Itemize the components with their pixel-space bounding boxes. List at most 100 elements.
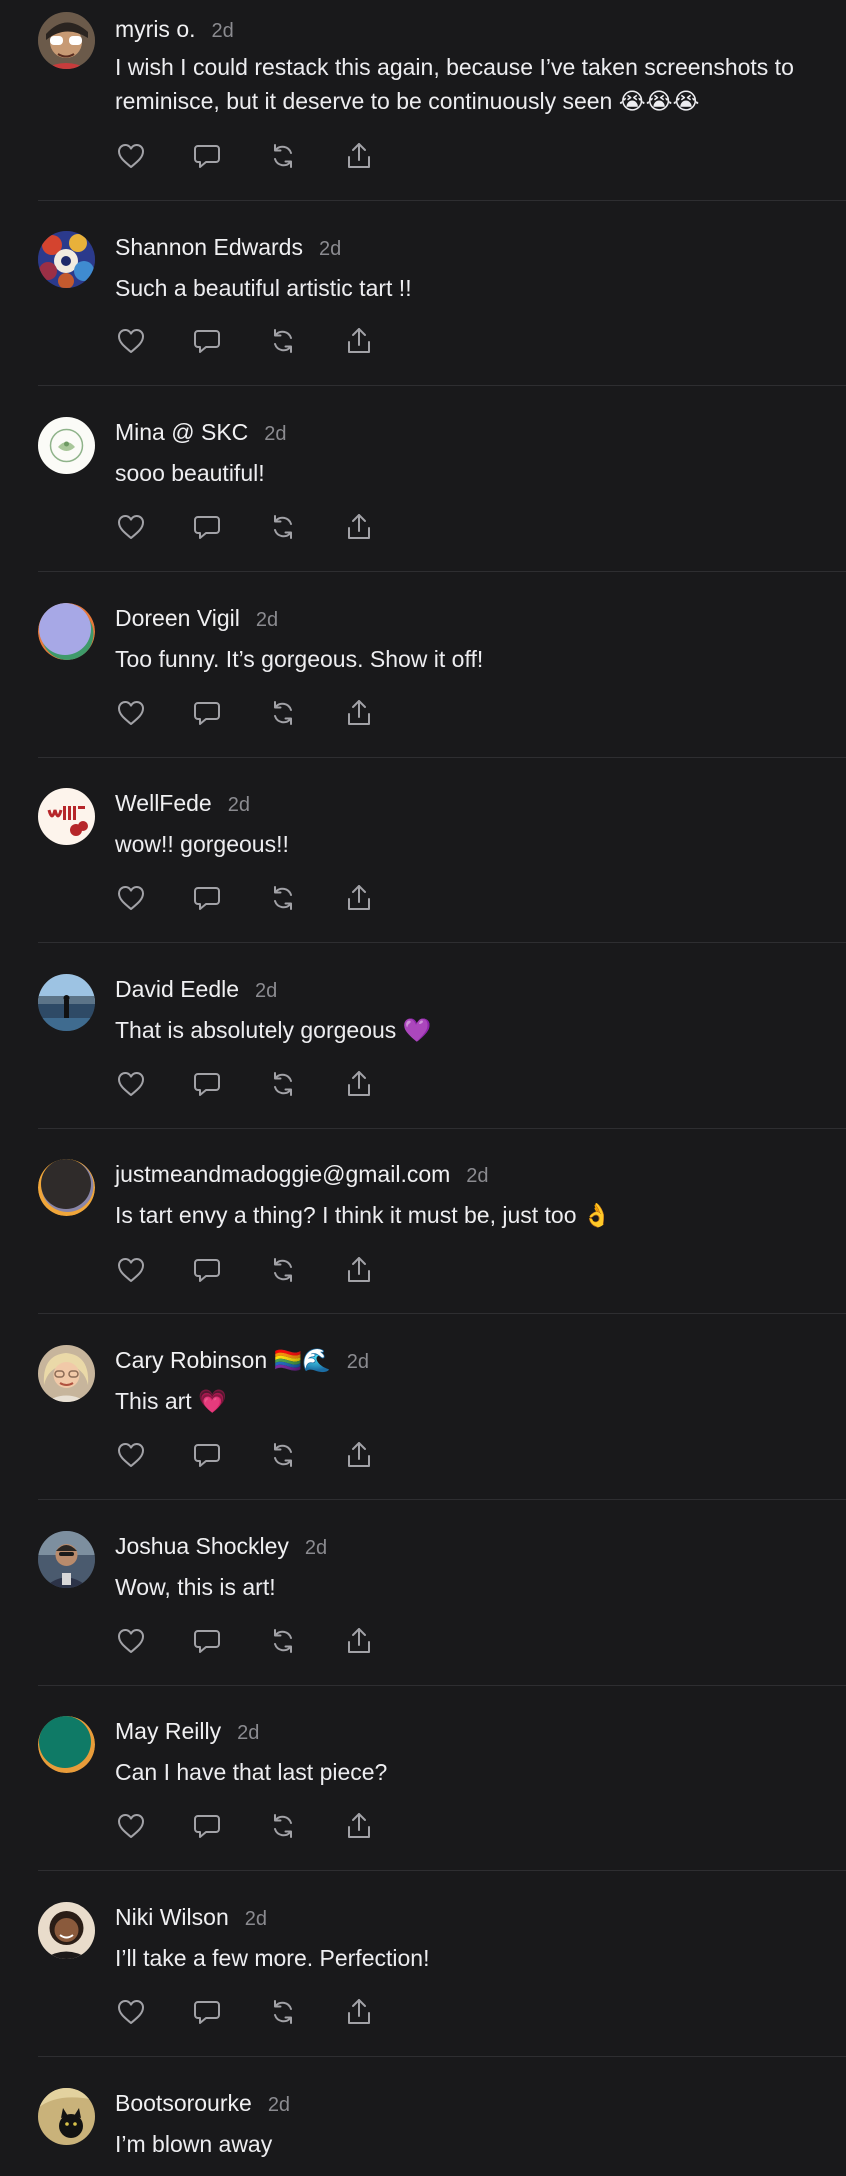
like-button[interactable] xyxy=(115,511,191,543)
share-button[interactable] xyxy=(343,511,419,543)
comment-actions xyxy=(115,325,419,357)
like-button[interactable] xyxy=(115,697,191,729)
reply-button[interactable] xyxy=(191,140,267,172)
comment-header: justmeandmadoggie@gmail.com 2d xyxy=(115,1159,489,1191)
like-button[interactable] xyxy=(115,1996,191,2028)
comment-text: This art 💗 xyxy=(115,1388,227,1414)
share-button[interactable] xyxy=(343,1439,419,1471)
avatar[interactable] xyxy=(38,1902,95,1959)
timestamp: 2d xyxy=(237,1722,260,1744)
heart-icon xyxy=(118,1072,144,1096)
avatar[interactable] xyxy=(38,1531,95,1588)
restack-button[interactable] xyxy=(267,1810,343,1842)
author-name[interactable]: Shannon Edwards xyxy=(115,234,303,260)
restack-button[interactable] xyxy=(267,511,343,543)
restack-icon xyxy=(274,329,292,353)
comment-header: Joshua Shockley 2d xyxy=(115,1531,327,1563)
author-name[interactable]: David Eedle xyxy=(115,976,239,1002)
reply-button[interactable] xyxy=(191,1625,267,1657)
share-icon xyxy=(348,1999,370,2024)
author-name[interactable]: Doreen Vigil xyxy=(115,605,240,631)
author-name[interactable]: Cary Robinson 🏳️‍🌈🌊 xyxy=(115,1347,331,1373)
share-button[interactable] xyxy=(343,325,419,357)
restack-button[interactable] xyxy=(267,1996,343,2028)
avatar[interactable] xyxy=(38,12,95,69)
comment-header: Doreen Vigil 2d xyxy=(115,603,278,635)
reply-button[interactable] xyxy=(191,1439,267,1471)
author-name[interactable]: myris o. xyxy=(115,16,196,42)
comment-bubble-icon xyxy=(194,1815,220,1838)
like-button[interactable] xyxy=(115,1254,191,1286)
reply-button[interactable] xyxy=(191,1254,267,1286)
reply-button[interactable] xyxy=(191,882,267,914)
heart-icon xyxy=(118,886,144,910)
share-icon xyxy=(348,1628,370,1653)
restack-button[interactable] xyxy=(267,1625,343,1657)
reply-button[interactable] xyxy=(191,1996,267,2028)
avatar[interactable] xyxy=(38,1159,95,1216)
reply-button[interactable] xyxy=(191,325,267,357)
restack-button[interactable] xyxy=(267,697,343,729)
comment-text: Such a beautiful artistic tart !! xyxy=(115,275,412,301)
share-button[interactable] xyxy=(343,140,419,172)
share-button[interactable] xyxy=(343,1254,419,1286)
share-button[interactable] xyxy=(343,1810,419,1842)
share-icon xyxy=(348,1813,370,1838)
like-button[interactable] xyxy=(115,1068,191,1100)
author-name[interactable]: Niki Wilson xyxy=(115,1904,229,1930)
restack-button[interactable] xyxy=(267,140,343,172)
share-icon xyxy=(348,1442,370,1467)
like-button[interactable] xyxy=(115,140,191,172)
avatar[interactable] xyxy=(38,603,95,660)
reply-button[interactable] xyxy=(191,1810,267,1842)
author-name[interactable]: justmeandmadoggie@gmail.com xyxy=(115,1161,450,1187)
like-button[interactable] xyxy=(115,1810,191,1842)
author-name[interactable]: WellFede xyxy=(115,790,212,816)
comment-actions xyxy=(115,1439,419,1471)
avatar[interactable] xyxy=(38,231,95,288)
reply-button[interactable] xyxy=(191,1068,267,1100)
restack-button[interactable] xyxy=(267,1254,343,1286)
share-button[interactable] xyxy=(343,1068,419,1100)
comment-actions xyxy=(115,511,419,543)
comment-bubble-icon xyxy=(194,516,220,539)
avatar[interactable] xyxy=(38,788,95,845)
author-name[interactable]: Joshua Shockley xyxy=(115,1533,289,1559)
avatar[interactable] xyxy=(38,974,95,1031)
comment-header: myris o. 2d xyxy=(115,14,234,46)
avatar[interactable] xyxy=(38,1716,95,1773)
like-button[interactable] xyxy=(115,325,191,357)
share-button[interactable] xyxy=(343,1625,419,1657)
avatar[interactable] xyxy=(38,1345,95,1402)
like-button[interactable] xyxy=(115,1439,191,1471)
restack-button[interactable] xyxy=(267,325,343,357)
share-button[interactable] xyxy=(343,1996,419,2028)
comment-text: Can I have that last piece? xyxy=(115,1759,388,1785)
share-button[interactable] xyxy=(343,882,419,914)
comment-actions xyxy=(115,882,419,914)
comment: Bootsorourke 2d I’m blown away xyxy=(38,2057,846,2176)
author-name[interactable]: Bootsorourke xyxy=(115,2090,252,2116)
restack-icon xyxy=(274,886,292,910)
restack-icon xyxy=(274,144,292,168)
avatar[interactable] xyxy=(38,2088,95,2145)
author-name[interactable]: May Reilly xyxy=(115,1718,221,1744)
avatar[interactable] xyxy=(38,417,95,474)
share-icon xyxy=(348,328,370,353)
comment-bubble-icon xyxy=(194,1073,220,1096)
heart-icon xyxy=(118,1443,144,1467)
comment: Joshua Shockley 2d Wow, this is art! xyxy=(38,1500,846,1686)
author-name[interactable]: Mina @ SKC xyxy=(115,419,248,445)
comment-text: I’ll take a few more. Perfection! xyxy=(115,1945,430,1971)
reply-button[interactable] xyxy=(191,697,267,729)
like-button[interactable] xyxy=(115,882,191,914)
share-button[interactable] xyxy=(343,697,419,729)
timestamp: 2d xyxy=(227,794,250,816)
restack-button[interactable] xyxy=(267,882,343,914)
reply-button[interactable] xyxy=(191,511,267,543)
restack-button[interactable] xyxy=(267,1439,343,1471)
comment: David Eedle 2d That is absolutely gorgeou… xyxy=(38,943,846,1129)
restack-button[interactable] xyxy=(267,1068,343,1100)
like-button[interactable] xyxy=(115,1625,191,1657)
comment-text: sooo beautiful! xyxy=(115,460,265,486)
